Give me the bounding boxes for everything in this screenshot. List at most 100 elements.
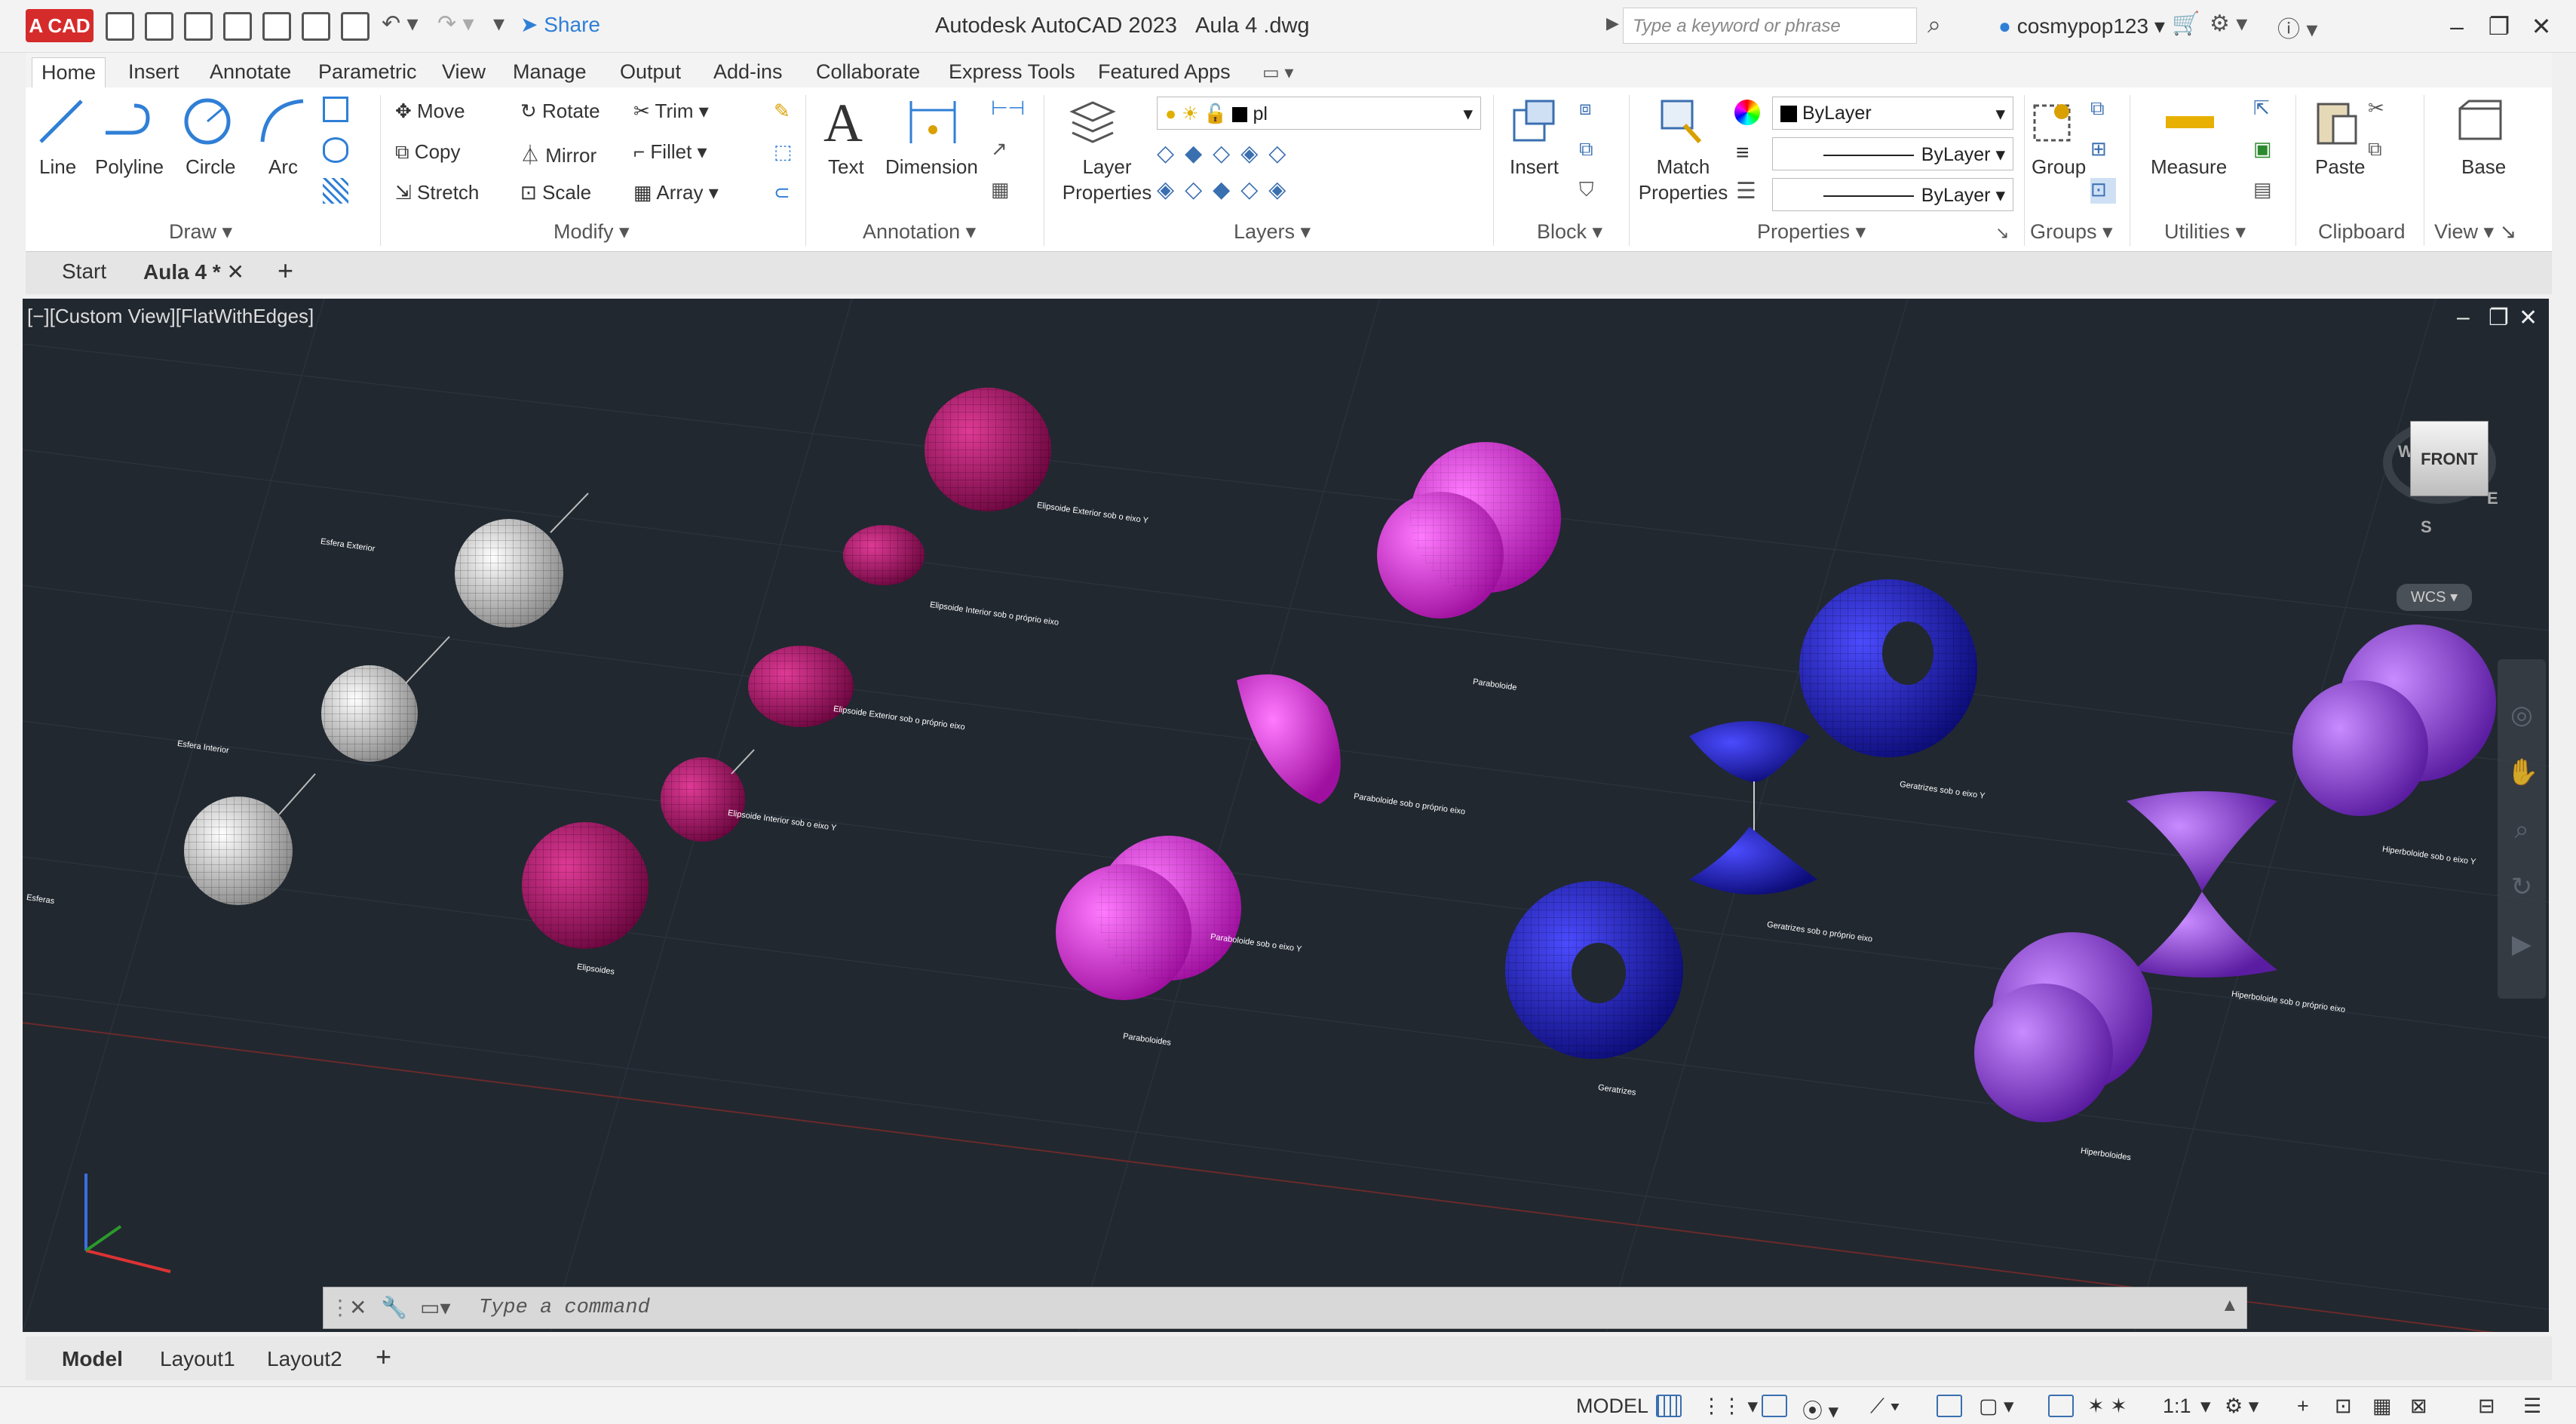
layer-properties-icon[interactable] (1066, 95, 1119, 148)
customize-qat-icon[interactable]: ▾ (493, 11, 504, 37)
model-space-toggle[interactable]: MODEL (1576, 1395, 1648, 1418)
tab-home[interactable]: Home (32, 57, 106, 87)
quick-select-icon[interactable]: ⇱ (2253, 97, 2279, 122)
tab-collaborate[interactable]: Collaborate (807, 57, 929, 87)
viewport-restore-icon[interactable]: ❐ (2489, 305, 2509, 331)
base-view-icon[interactable] (2454, 95, 2507, 148)
paste-button[interactable]: Paste (2315, 155, 2366, 179)
lineweight-icon[interactable]: ☰ (1736, 178, 1756, 204)
ribbon-options-icon[interactable]: ▭ ▾ (1262, 62, 1293, 84)
ellipse-icon[interactable] (323, 137, 348, 163)
polyline-icon[interactable] (101, 95, 154, 148)
panel-groups-title[interactable]: Groups ▾ (2030, 220, 2113, 244)
panel-clipboard-title[interactable]: Clipboard (2318, 220, 2406, 244)
move-button[interactable]: ✥ Move (395, 100, 465, 123)
match-properties-button[interactable]: Match Properties (1638, 154, 1728, 205)
linetype-icon[interactable]: ≡ (1736, 140, 1750, 166)
new-tab-icon[interactable]: + (278, 255, 293, 287)
scale-button[interactable]: ⊡ Scale (520, 181, 591, 204)
tab-view[interactable]: View (433, 57, 495, 87)
command-close-icon[interactable]: ✕ (349, 1295, 366, 1320)
ungroup-icon[interactable]: ⧉ (2090, 97, 2116, 122)
panel-block-title[interactable]: Block ▾ (1537, 220, 1602, 244)
annotation-visibility-icon[interactable] (2048, 1395, 2074, 1417)
save-as-icon[interactable] (223, 12, 252, 41)
viewcube[interactable]: FRONT (2410, 421, 2489, 496)
layer-tools-row-1-icon[interactable]: ◇◆◇◈◇ (1157, 140, 1296, 167)
cut-icon[interactable]: ✂ (2368, 97, 2394, 122)
properties-launcher-icon[interactable]: ↘ (1995, 223, 2009, 243)
customization-menu-icon[interactable]: ☰ (2523, 1395, 2541, 1418)
tab-layout1[interactable]: Layout1 (160, 1347, 235, 1371)
polar-icon[interactable]: ⦿ ▾ (1802, 1395, 1838, 1424)
rotate-button[interactable]: ↻ Rotate (520, 100, 600, 123)
erase-icon[interactable]: ✎ (774, 100, 790, 123)
mirror-button[interactable]: ⏃ Mirror (520, 140, 596, 168)
search-expand-icon[interactable]: ▶ (1606, 14, 1619, 33)
offset-icon[interactable]: ⊂ (774, 181, 790, 204)
connect-icon[interactable]: ⚙ ▾ (2210, 11, 2247, 37)
measure-button[interactable]: Measure (2151, 155, 2227, 179)
search-icon[interactable]: ⌕ (1927, 11, 1941, 39)
select-all-icon[interactable]: ▣ (2253, 137, 2279, 163)
tab-manage[interactable]: Manage (504, 57, 596, 87)
match-properties-icon[interactable] (1654, 95, 1707, 148)
group-icon[interactable] (2029, 95, 2081, 148)
lock-ui-icon[interactable]: ⊠ (2410, 1395, 2427, 1418)
tab-output[interactable]: Output (611, 57, 690, 87)
panel-layers-title[interactable]: Layers ▾ (1234, 220, 1311, 244)
isolate-objects-icon[interactable]: ⊟ (2478, 1395, 2495, 1418)
pan-icon[interactable]: ✋ (2507, 744, 2538, 801)
calculator-icon[interactable]: ▤ (2253, 178, 2279, 204)
text-button[interactable]: Text (828, 155, 864, 179)
layer-properties-button[interactable]: Layer Properties (1054, 154, 1160, 205)
orbit-icon[interactable]: ↻ (2507, 858, 2537, 916)
zoom-icon[interactable]: ⌕ (2507, 801, 2537, 858)
navigation-bar[interactable]: ◎ ✋ ⌕ ↻ ▶ (2498, 659, 2546, 999)
wcs-menu[interactable]: WCS ▾ (2397, 584, 2472, 611)
tab-start[interactable]: Start (62, 259, 106, 284)
user-account[interactable]: ● cosmypop123 ▾ (1998, 14, 2165, 38)
rectangle-icon[interactable] (323, 97, 348, 122)
circle-button[interactable]: Circle (186, 155, 235, 179)
new-file-icon[interactable] (106, 12, 134, 41)
print-icon[interactable] (341, 12, 370, 41)
copy-clip-icon[interactable]: ⧉ (2368, 137, 2394, 163)
panel-view-title[interactable]: View ▾ ↘ (2434, 220, 2516, 244)
viewport-controls-label[interactable]: [−][Custom View][FlatWithEdges] (27, 305, 314, 328)
viewport-minimize-icon[interactable]: – (2457, 305, 2470, 330)
array-button[interactable]: ▦ Array ▾ (633, 181, 719, 204)
tab-aula4[interactable]: Aula 4 * ✕ (143, 259, 244, 284)
annotation-scale-value[interactable]: 1:1 (2163, 1395, 2191, 1418)
table-icon[interactable]: ▦ (991, 178, 1017, 204)
group-edit-icon[interactable]: ⊞ (2090, 137, 2116, 163)
panel-utilities-title[interactable]: Utilities ▾ (2164, 220, 2246, 244)
tab-parametric[interactable]: Parametric (309, 57, 426, 87)
lineweight-dropdown[interactable]: ByLayer ▾ (1772, 178, 2013, 211)
insert-button[interactable]: Insert (1510, 155, 1559, 179)
stretch-button[interactable]: ⇲ Stretch (395, 181, 479, 204)
circle-icon[interactable] (181, 95, 234, 148)
annotation-scale-icon[interactable]: ✶ ✶ (2087, 1395, 2127, 1418)
dimension-icon[interactable] (906, 95, 959, 148)
snap-icon[interactable]: ⋮⋮ ▾ (1701, 1395, 1758, 1418)
minimize-button[interactable]: – (2436, 8, 2478, 45)
explode-icon[interactable]: ⬚ (774, 140, 793, 164)
leader-icon[interactable]: ↗ (991, 137, 1017, 163)
command-customize-icon[interactable]: 🔧 (381, 1295, 407, 1320)
color-dropdown[interactable]: ByLayer ▾ (1772, 97, 2013, 130)
paste-icon[interactable] (2311, 95, 2363, 148)
panel-draw-title[interactable]: Draw ▾ (169, 220, 232, 244)
viewport-close-icon[interactable]: ✕ (2519, 305, 2538, 331)
copy-button[interactable]: ⧉ Copy (395, 140, 461, 164)
linear-dim-icon[interactable]: ⊢⊣ (991, 97, 1025, 122)
arc-icon[interactable] (256, 95, 309, 148)
restore-button[interactable]: ❐ (2478, 8, 2520, 45)
line-icon[interactable] (35, 95, 87, 148)
tab-addins[interactable]: Add-ins (704, 57, 792, 87)
add-layout-icon[interactable]: + (376, 1341, 391, 1373)
save-icon[interactable] (184, 12, 213, 41)
command-history-icon[interactable]: ▭▾ (420, 1295, 451, 1320)
web-mobile-icon[interactable] (302, 12, 330, 41)
tab-model[interactable]: Model (62, 1347, 123, 1371)
